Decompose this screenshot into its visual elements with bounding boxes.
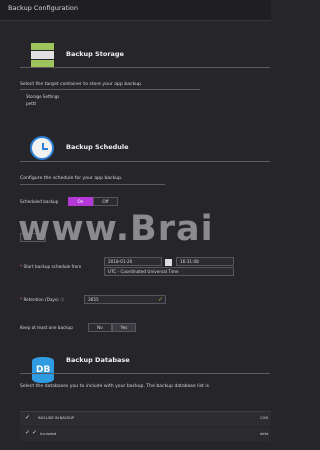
scheduled-off-option[interactable]: Off	[93, 197, 118, 206]
retention-label: * Retention (Days) ⓘ	[20, 297, 65, 302]
storage-settings-label: Storage Settings	[26, 94, 60, 99]
database-description: Select the databases you to include with…	[20, 384, 210, 389]
timezone-select[interactable]: UTC - Coordinated Universal Time	[104, 267, 234, 276]
watermark-text: www.Brai	[18, 209, 214, 249]
storage-icon	[31, 43, 54, 67]
included-check-icon: ✓	[32, 429, 38, 436]
storage-settings-value[interactable]: pettt	[26, 101, 36, 106]
schedule-section-title: Backup Schedule	[66, 143, 129, 151]
start-time-input[interactable]: 16:31:08	[176, 257, 234, 266]
calendar-icon[interactable]	[165, 259, 172, 266]
clock-icon	[30, 136, 54, 160]
keep-yes-option[interactable]: Yes	[112, 323, 136, 332]
retention-input[interactable]: 3655	[84, 295, 166, 304]
schedule-divider	[20, 161, 270, 162]
select-all-check-icon[interactable]: ✓	[25, 414, 30, 421]
scheduled-backup-toggle[interactable]: On Off	[68, 197, 118, 206]
keep-backup-label: Keep at least one backup	[20, 325, 73, 330]
row-check-icon[interactable]: ✓	[25, 429, 30, 436]
storage-divider	[20, 67, 270, 68]
valid-check-icon: ✓	[158, 296, 164, 303]
storage-section-title: Backup Storage	[66, 50, 124, 58]
start-schedule-label: * Start backup schedule from	[20, 264, 82, 269]
database-section-title: Backup Database	[66, 356, 130, 364]
row-connection-value: defa	[260, 431, 269, 436]
title-bar: Backup Configuration	[0, 0, 271, 21]
storage-description-divider	[20, 89, 200, 90]
scheduled-backup-label: Scheduled backup	[20, 199, 59, 204]
row-include-value: Included	[40, 431, 57, 436]
start-date-input[interactable]: 2018-01-20	[104, 257, 162, 266]
storage-description: Select the target container to store you…	[20, 82, 143, 87]
table-row[interactable]: ✓ ✓ Included defa	[20, 427, 271, 441]
keep-backup-toggle[interactable]: No Yes	[88, 323, 136, 332]
window-title: Backup Configuration	[8, 4, 78, 12]
schedule-description-divider	[20, 184, 165, 185]
connection-column-header: CON	[260, 416, 269, 420]
scheduled-on-option[interactable]: On	[68, 197, 93, 206]
schedule-description: Configure the schedule for your app back…	[20, 176, 123, 181]
database-table-header: ✓ INCLUDE IN BACKUP CON	[20, 411, 271, 426]
keep-no-option[interactable]: No	[88, 323, 112, 332]
database-icon: DB	[32, 357, 54, 383]
database-divider	[20, 373, 270, 374]
include-column-header: INCLUDE IN BACKUP	[38, 416, 75, 420]
